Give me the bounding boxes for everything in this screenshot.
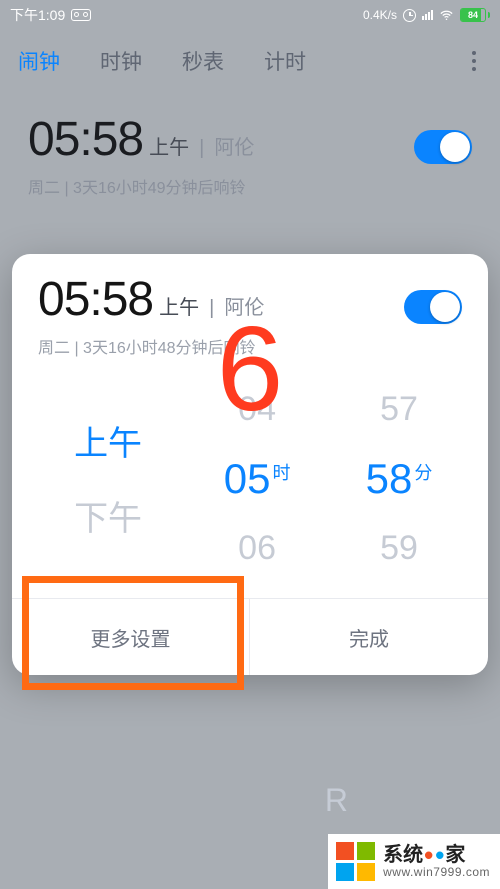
- watermark: 系统••家 www.win7999.com: [328, 834, 500, 889]
- alarm-edit-time-line: 05:58 上午 | 阿伦: [38, 276, 264, 324]
- alarm-subtitle: 周二 | 3天16小时49分钟后响铃: [28, 174, 472, 198]
- alarm-ampm: 上午: [149, 131, 189, 164]
- status-left: 下午1:09: [10, 5, 91, 25]
- alarm-separator: |: [199, 137, 204, 164]
- status-time: 下午1:09: [10, 5, 65, 25]
- alarm-edit-time: 05:58: [38, 276, 153, 324]
- ampm-selected: 上午: [74, 416, 142, 465]
- wifi-icon: [439, 8, 454, 23]
- sheet-actions: 更多设置 完成: [12, 598, 488, 675]
- alarm-toggle[interactable]: [414, 130, 472, 164]
- minute-wheel[interactable]: 57 58分 59: [328, 390, 470, 568]
- status-bar: 下午1:09 0.4K/s 84: [0, 0, 500, 30]
- alarm-edit-toggle[interactable]: [404, 290, 462, 324]
- status-right: 0.4K/s 84: [363, 8, 490, 23]
- net-speed: 0.4K/s: [363, 8, 397, 22]
- alarm-label: 阿伦: [214, 131, 254, 164]
- ampm-wheel[interactable]: 上午 下午: [30, 390, 186, 568]
- overflow-menu-icon[interactable]: [466, 45, 482, 77]
- tab-stopwatch[interactable]: 秒表: [182, 46, 224, 76]
- time-picker[interactable]: 上午 下午 04 05时 06 57 58分 59: [12, 390, 488, 568]
- done-button[interactable]: 完成: [250, 599, 488, 675]
- alarm-edit-label: 阿伦: [224, 291, 264, 324]
- tab-alarm[interactable]: 闹钟: [18, 46, 60, 76]
- minute-selected: 58分: [366, 455, 433, 503]
- alarm-list-item[interactable]: 05:58 上午 | 阿伦 周二 | 3天16小时49分钟后响铃: [0, 92, 500, 218]
- tab-timer[interactable]: 计时: [264, 46, 306, 76]
- alarm-edit-subtitle: 周二 | 3天16小时48分钟后响铃: [38, 334, 462, 358]
- more-settings-button[interactable]: 更多设置: [12, 599, 250, 675]
- alarm-edit-sheet: 05:58 上午 | 阿伦 周二 | 3天16小时48分钟后响铃 上午 下午 0…: [12, 254, 488, 675]
- hour-next: 06: [238, 529, 276, 568]
- alarm-edit-separator: |: [209, 297, 214, 324]
- vr-icon: [71, 9, 91, 21]
- hour-prev: 04: [238, 390, 276, 429]
- background-letter: R: [325, 782, 348, 819]
- microsoft-logo-icon: [336, 842, 375, 881]
- alarm-edit-ampm: 上午: [159, 291, 199, 324]
- tab-clock[interactable]: 时钟: [100, 46, 142, 76]
- battery-icon: 84: [460, 8, 490, 22]
- alarm-time: 05:58: [28, 116, 143, 164]
- alarm-time-line: 05:58 上午 | 阿伦: [28, 116, 254, 164]
- watermark-url: www.win7999.com: [383, 866, 490, 879]
- alarm-edit-header: 05:58 上午 | 阿伦 周二 | 3天16小时48分钟后响铃: [12, 276, 488, 368]
- watermark-title: 系统••家: [383, 844, 490, 866]
- ampm-next: 下午: [74, 491, 142, 540]
- hour-wheel[interactable]: 04 05时 06: [186, 390, 328, 568]
- cellular-signal-icon: [422, 10, 433, 20]
- alarm-clock-icon: [403, 9, 416, 22]
- tab-bar: 闹钟 时钟 秒表 计时: [0, 30, 500, 92]
- minute-prev: 57: [380, 390, 418, 429]
- minute-next: 59: [380, 529, 418, 568]
- hour-selected: 05时: [224, 455, 291, 503]
